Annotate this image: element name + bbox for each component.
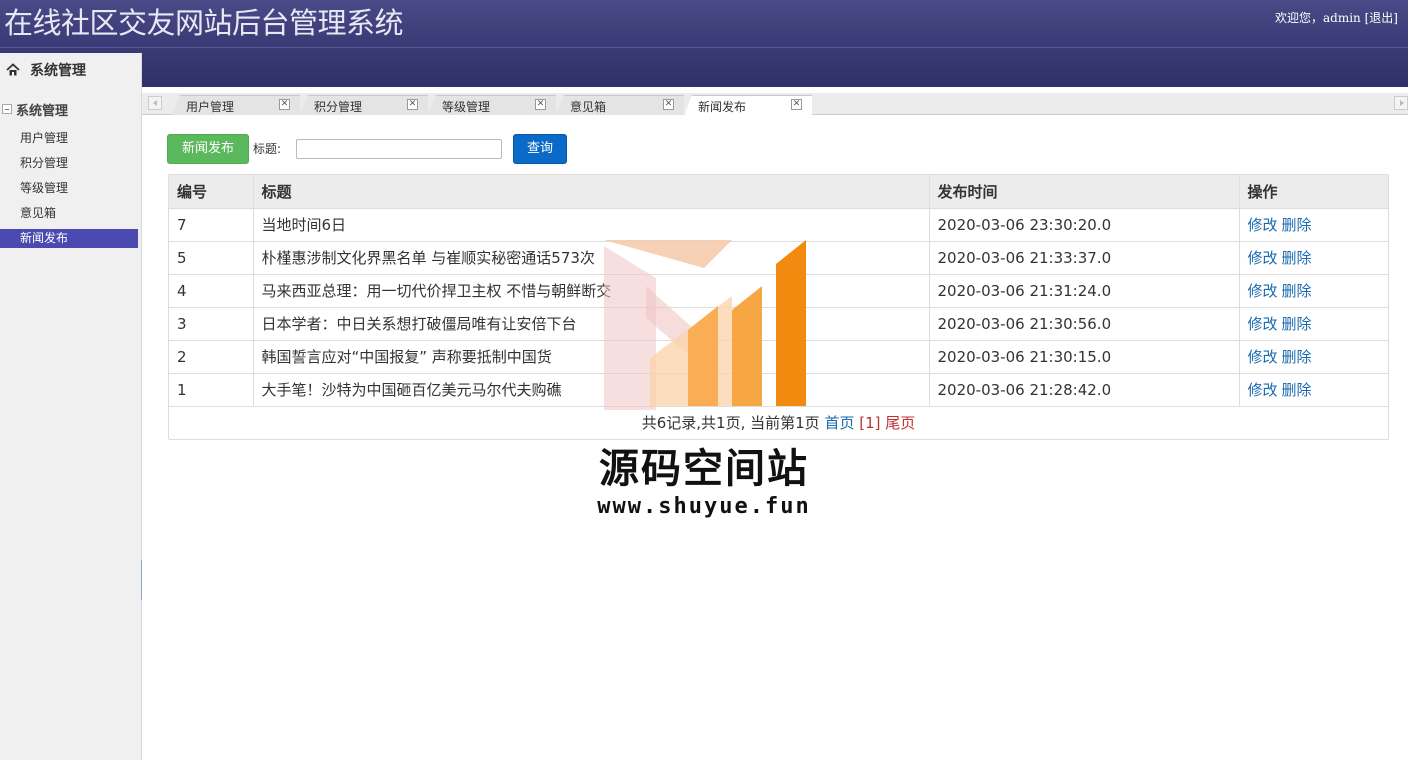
tab-feedback[interactable]: 意见箱 ✕ (556, 95, 684, 115)
cell-id: 7 (169, 208, 254, 242)
column-header-actions: 操作 (1239, 175, 1388, 209)
search-label: 标题: (253, 142, 282, 156)
cell-time: 2020-03-06 21:28:42.0 (929, 373, 1240, 407)
tab-scroll-right-icon[interactable] (1394, 96, 1408, 110)
delete-link[interactable]: 删除 (1282, 216, 1312, 234)
edit-link[interactable]: 修改 (1248, 216, 1278, 234)
edit-link[interactable]: 修改 (1248, 348, 1278, 366)
cell-actions: 修改 删除 (1239, 340, 1388, 374)
sidebar: 系统管理 系统管理 用户管理 积分管理 等级管理 意见箱 新闻发布 (0, 53, 142, 760)
welcome-text: 欢迎您，admin (1275, 11, 1361, 25)
watermark-logo (604, 240, 806, 410)
tab-label: 用户管理 (186, 100, 235, 114)
close-icon[interactable]: ✕ (791, 99, 802, 110)
tab-news[interactable]: 新闻发布 ✕ (684, 95, 812, 116)
title-search-input[interactable] (296, 139, 502, 159)
cell-id: 5 (169, 241, 254, 275)
cell-time: 2020-03-06 21:30:56.0 (929, 307, 1240, 341)
sidebar-tab-label: 系统管理 (30, 63, 86, 79)
sidebar-item-news[interactable]: 新闻发布 (0, 229, 138, 248)
tab-strip: 用户管理 ✕ 积分管理 ✕ 等级管理 ✕ 意见箱 ✕ 新闻发布 ✕ (142, 93, 1408, 116)
query-button[interactable]: 查询 (513, 134, 567, 164)
close-icon[interactable]: ✕ (535, 99, 546, 110)
cell-id: 1 (169, 373, 254, 407)
menu-group-header[interactable]: 系统管理 (0, 98, 142, 120)
close-icon[interactable]: ✕ (663, 99, 674, 110)
tab-scroll-left-icon[interactable] (148, 96, 162, 110)
cell-title: 朴槿惠涉制文化界黑名单 与崔顺实秘密通话573次 (253, 241, 930, 275)
column-header-id: 编号 (169, 175, 254, 209)
watermark-name: 源码空间站 (599, 446, 809, 492)
delete-link[interactable]: 删除 (1282, 381, 1312, 399)
cell-time: 2020-03-06 23:30:20.0 (929, 208, 1240, 242)
current-page: [1] (859, 413, 881, 432)
table-header-row: 编号 标题 发布时间 操作 (169, 175, 1388, 209)
edit-link[interactable]: 修改 (1248, 381, 1278, 399)
sidebar-item-points[interactable]: 积分管理 (0, 154, 138, 173)
app-title: 在线社区交友网站后台管理系统 (4, 6, 404, 40)
cell-actions: 修改 删除 (1239, 274, 1388, 308)
pagination-summary: 共6记录,共1页, 当前第1页 (641, 413, 820, 432)
delete-link[interactable]: 删除 (1282, 315, 1312, 333)
pagination: 共6记录,共1页, 当前第1页 首页 [1] 尾页 (169, 407, 1388, 439)
delete-link[interactable]: 删除 (1282, 282, 1312, 300)
cell-title: 当地时间6日 (253, 208, 930, 242)
tab-points[interactable]: 积分管理 ✕ (300, 95, 428, 115)
app-header: 在线社区交友网站后台管理系统 欢迎您，admin [退出] (0, 0, 1408, 87)
column-header-time: 发布时间 (929, 175, 1240, 209)
sidebar-tab-system[interactable]: 系统管理 (0, 53, 130, 87)
close-icon[interactable]: ✕ (407, 99, 418, 110)
tab-user[interactable]: 用户管理 ✕ (172, 95, 300, 115)
edit-link[interactable]: 修改 (1248, 249, 1278, 267)
tab-level[interactable]: 等级管理 ✕ (428, 95, 556, 115)
add-news-button[interactable]: 新闻发布 (167, 134, 249, 164)
tab-label: 等级管理 (442, 100, 491, 114)
sidebar-item-level[interactable]: 等级管理 (0, 179, 138, 198)
sidebar-menu: 用户管理 积分管理 等级管理 意见箱 新闻发布 (0, 129, 142, 254)
edit-link[interactable]: 修改 (1248, 282, 1278, 300)
menu-group-label: 系统管理 (16, 103, 69, 119)
sidebar-item-feedback[interactable]: 意见箱 (0, 204, 138, 223)
sidebar-item-user[interactable]: 用户管理 (0, 129, 138, 148)
cell-actions: 修改 删除 (1239, 307, 1388, 341)
cell-id: 3 (169, 307, 254, 341)
cell-time: 2020-03-06 21:33:37.0 (929, 241, 1240, 275)
cell-title: 马来西亚总理：用一切代价捍卫主权 不惜与朝鲜断交 (253, 274, 930, 308)
edit-link[interactable]: 修改 (1248, 315, 1278, 333)
delete-link[interactable]: 删除 (1282, 249, 1312, 267)
cell-title: 大手笔！沙特为中国砸百亿美元马尔代夫购礁 (253, 373, 930, 407)
delete-link[interactable]: 删除 (1282, 348, 1312, 366)
collapse-icon[interactable] (2, 104, 12, 114)
tab-label: 积分管理 (314, 100, 363, 114)
close-icon[interactable]: ✕ (279, 99, 290, 110)
cell-time: 2020-03-06 21:30:15.0 (929, 340, 1240, 374)
tab-label: 意见箱 (570, 100, 607, 114)
cell-id: 2 (169, 340, 254, 374)
cell-actions: 修改 删除 (1239, 373, 1388, 407)
last-page-link[interactable]: 尾页 (885, 414, 915, 432)
cell-id: 4 (169, 274, 254, 308)
cell-actions: 修改 删除 (1239, 208, 1388, 242)
watermark-url: www.shuyue.fun (597, 494, 811, 519)
table-row: 7 当地时间6日 2020-03-06 23:30:20.0 修改 删除 (169, 208, 1388, 242)
cell-title: 韩国誓言应对“中国报复” 声称要抵制中国货 (253, 340, 930, 374)
first-page-link[interactable]: 首页 (824, 414, 854, 432)
logout-link[interactable]: [退出] (1365, 11, 1398, 25)
cell-time: 2020-03-06 21:31:24.0 (929, 274, 1240, 308)
cell-actions: 修改 删除 (1239, 241, 1388, 275)
header-divider (0, 47, 1408, 48)
user-info: 欢迎您，admin [退出] (1275, 9, 1398, 26)
tab-label: 新闻发布 (698, 100, 747, 114)
column-header-title: 标题 (253, 175, 930, 209)
cell-title: 日本学者：中日关系想打破僵局唯有让安倍下台 (253, 307, 930, 341)
home-icon (6, 63, 20, 76)
